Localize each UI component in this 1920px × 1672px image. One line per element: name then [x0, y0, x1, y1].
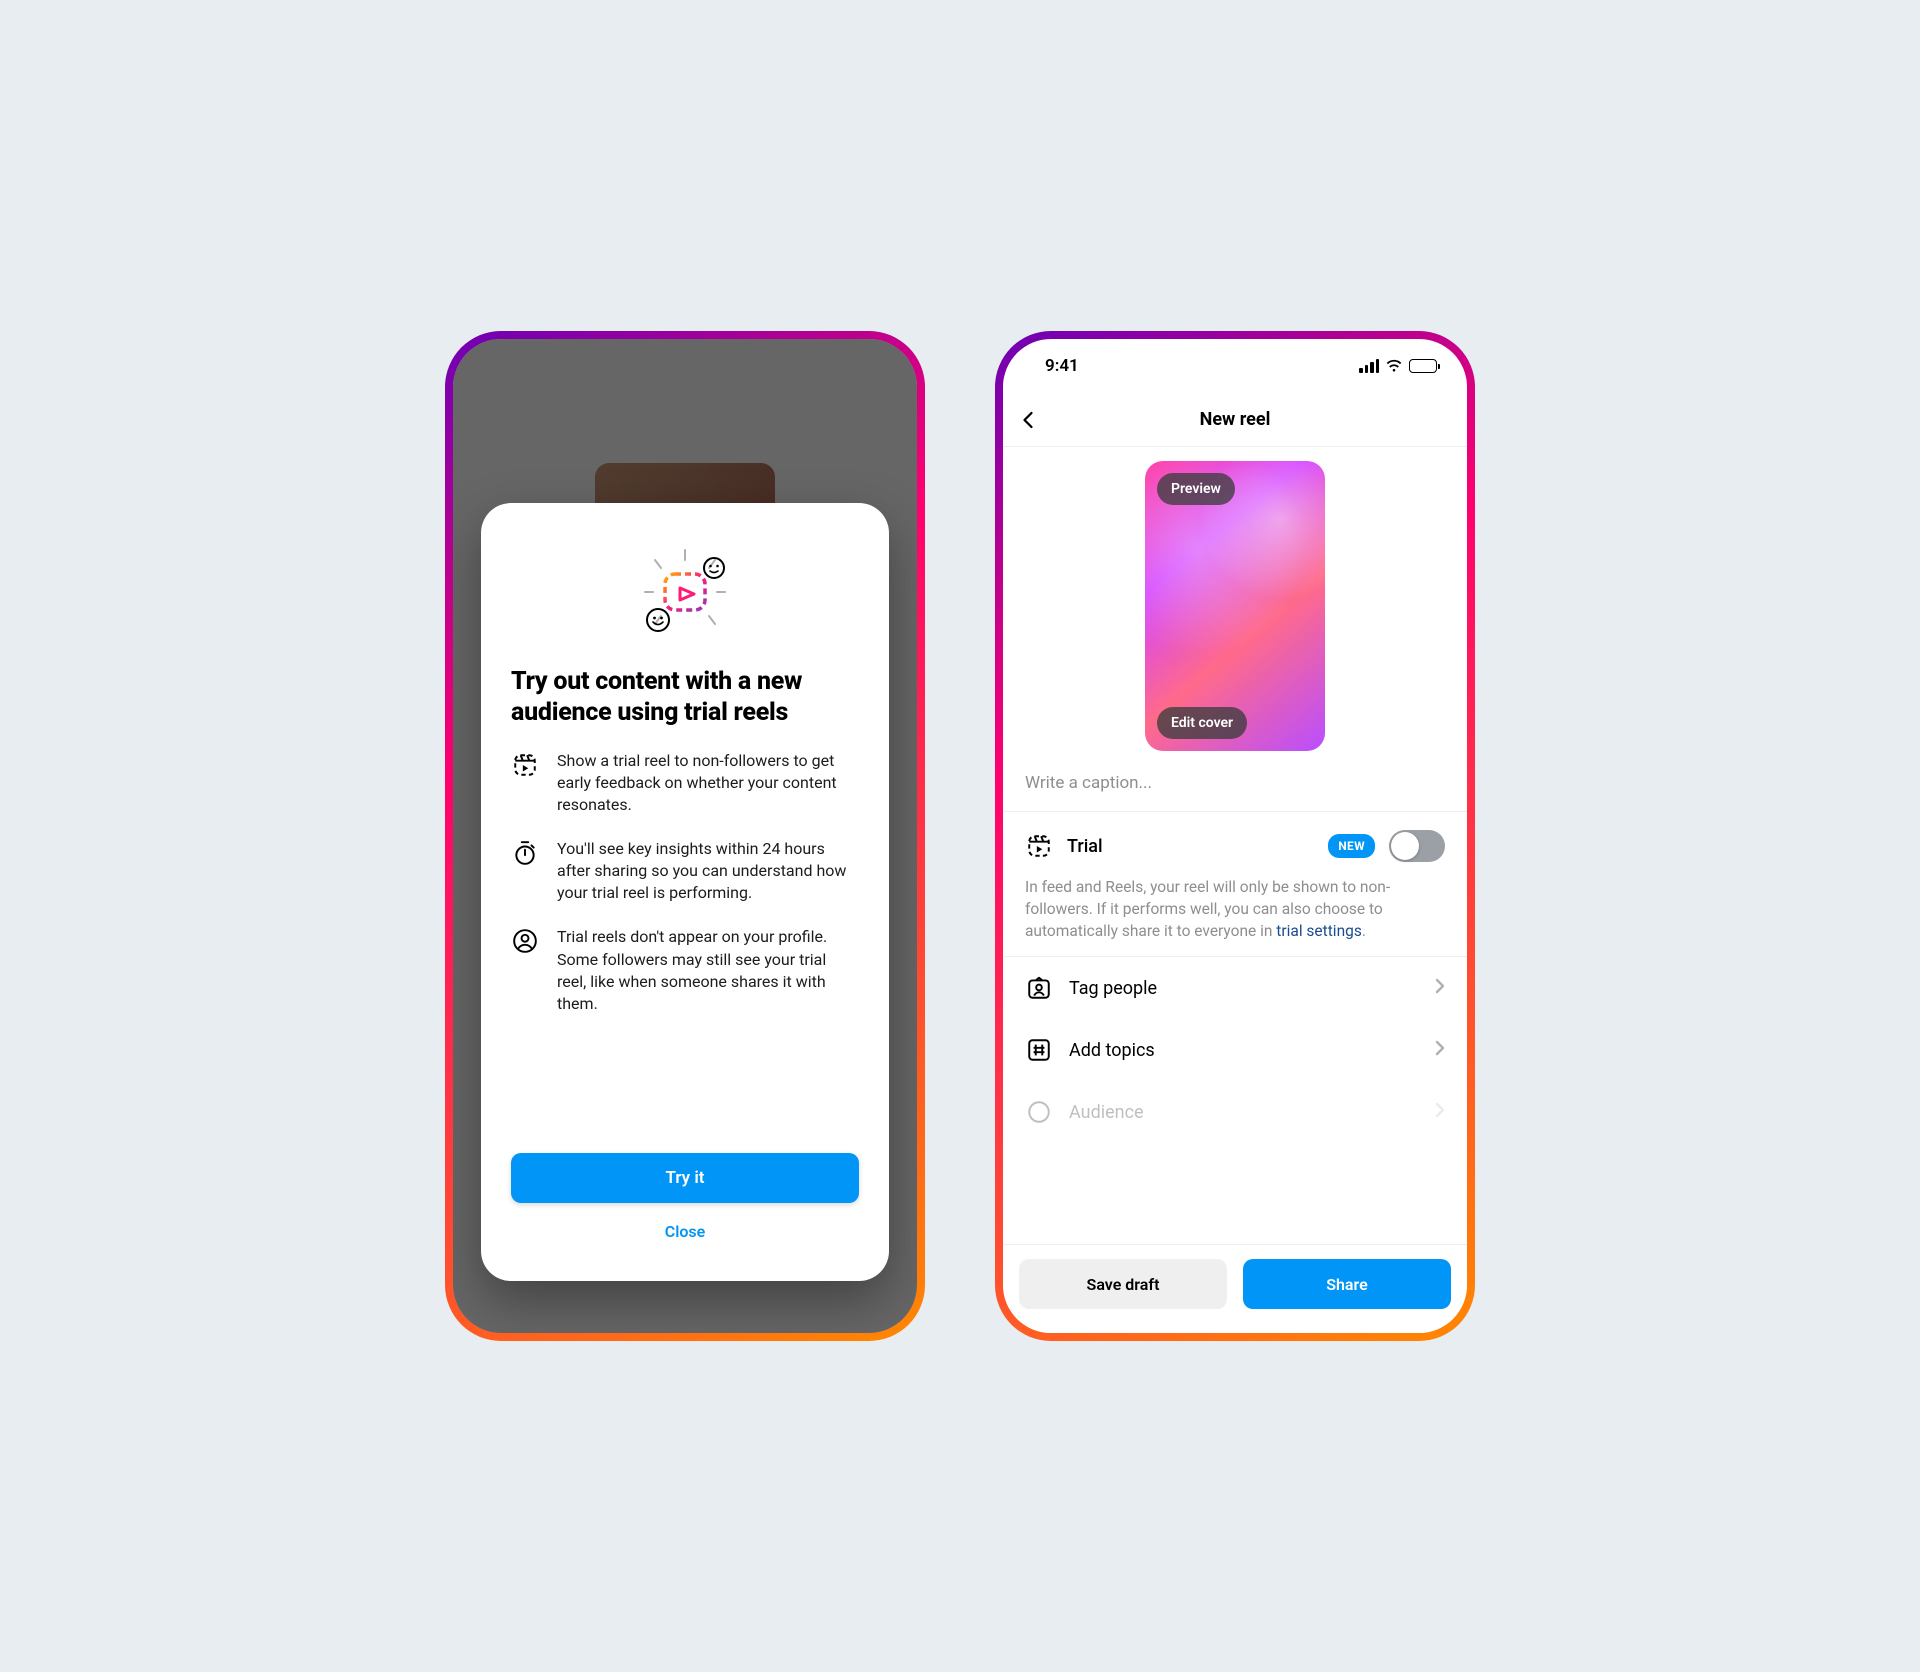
reel-cover[interactable]: Preview Edit cover	[1145, 461, 1325, 751]
screen-left: 9:41 New reel	[453, 339, 917, 1333]
trial-settings-link[interactable]: trial settings	[1276, 922, 1362, 940]
bullet-text: Show a trial reel to non-followers to ge…	[557, 750, 859, 816]
reel-compose-body: Preview Edit cover Write a caption... Tr…	[1003, 447, 1467, 1333]
audience-icon	[1025, 1099, 1053, 1125]
row-label: Tag people	[1069, 978, 1419, 999]
chevron-right-icon	[1435, 978, 1445, 998]
modal-actions: Try it Close	[511, 1133, 859, 1253]
stopwatch-icon	[511, 838, 539, 904]
bullet-text: Trial reels don't appear on your profile…	[557, 926, 859, 1014]
close-button[interactable]: Close	[511, 1209, 859, 1253]
trial-label: Trial	[1067, 836, 1314, 857]
bullet-row: You'll see key insights within 24 hours …	[511, 838, 859, 904]
share-button[interactable]: Share	[1243, 1259, 1451, 1309]
screen-right: 9:41 New reel Preview Edit cover Write a…	[1003, 339, 1467, 1333]
tag-people-row[interactable]: Tag people	[1003, 957, 1467, 1019]
back-button[interactable]	[1021, 406, 1049, 434]
row-label: Add topics	[1069, 1040, 1419, 1061]
nav-bar: New reel	[1003, 393, 1467, 447]
save-draft-button[interactable]: Save draft	[1019, 1259, 1227, 1309]
add-topics-row[interactable]: Add topics	[1003, 1019, 1467, 1081]
trial-reel-icon	[511, 750, 539, 816]
caption-input[interactable]: Write a caption...	[1003, 751, 1467, 812]
bullet-text: You'll see key insights within 24 hours …	[557, 838, 859, 904]
modal-title: Try out content with a new audience usin…	[511, 667, 859, 728]
modal-illustration	[511, 537, 859, 657]
wifi-icon	[1385, 359, 1403, 373]
bullet-row: Show a trial reel to non-followers to ge…	[511, 750, 859, 816]
trial-reel-icon	[1025, 833, 1053, 859]
audience-row[interactable]: Audience	[1003, 1081, 1467, 1143]
phone-right: 9:41 New reel Preview Edit cover Write a…	[995, 331, 1475, 1341]
cellular-icon	[1359, 359, 1379, 373]
trial-section: Trial NEW In feed and Reels, your reel w…	[1003, 812, 1467, 957]
status-bar: 9:41	[1003, 339, 1467, 393]
try-it-button[interactable]: Try it	[511, 1153, 859, 1203]
row-label: Audience	[1069, 1102, 1419, 1123]
profile-circle-icon	[511, 926, 539, 1014]
trial-description: In feed and Reels, your reel will only b…	[1025, 876, 1445, 942]
status-icons	[1359, 359, 1437, 373]
hashtag-icon	[1025, 1037, 1053, 1063]
battery-icon	[1409, 359, 1437, 373]
edit-cover-button[interactable]: Edit cover	[1157, 707, 1247, 739]
phone-left: 9:41 New reel	[445, 331, 925, 1341]
nav-title: New reel	[1200, 409, 1271, 430]
trial-reels-modal: Try out content with a new audience usin…	[481, 503, 889, 1281]
bottom-action-bar: Save draft Share	[1003, 1244, 1467, 1333]
chevron-right-icon	[1435, 1040, 1445, 1060]
chevron-right-icon	[1435, 1102, 1445, 1122]
trial-toggle[interactable]	[1389, 830, 1445, 862]
bullet-row: Trial reels don't appear on your profile…	[511, 926, 859, 1014]
tag-people-icon	[1025, 975, 1053, 1001]
modal-bullets: Show a trial reel to non-followers to ge…	[511, 750, 859, 1015]
status-time: 9:41	[1045, 356, 1079, 376]
new-badge: NEW	[1328, 834, 1375, 858]
preview-button[interactable]: Preview	[1157, 473, 1235, 505]
